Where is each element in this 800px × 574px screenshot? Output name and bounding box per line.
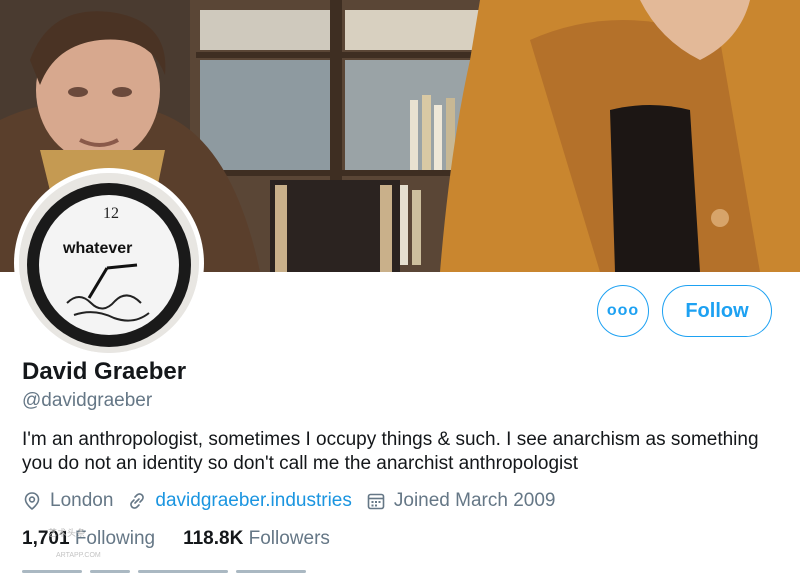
link-icon xyxy=(130,493,145,509)
map-pin-icon xyxy=(24,492,40,511)
joined-item: Joined March 2009 xyxy=(366,490,556,512)
website-link[interactable]: davidgraeber.industries xyxy=(155,490,351,512)
followers-count-link[interactable]: 118.8K Followers xyxy=(183,528,330,550)
clock-avatar-graphic: 12 whatever xyxy=(19,173,199,353)
clock-number: 12 xyxy=(103,205,119,222)
following-label: Following xyxy=(74,528,156,549)
watermark-domain: ARTAPP.COM xyxy=(56,552,101,559)
location-text: London xyxy=(50,490,114,511)
followed-by-row-cutoff xyxy=(22,566,352,574)
profile-meta-row: London davidgraeber.industries Joined Ma… xyxy=(22,490,569,512)
joined-text: Joined March 2009 xyxy=(393,490,556,511)
calendar-icon xyxy=(367,493,385,510)
profile-bio: I'm an anthropologist, sometimes I occup… xyxy=(22,429,759,474)
clock-text: whatever xyxy=(62,240,132,257)
watermark-text: 艺术头条 xyxy=(48,528,87,538)
profile-handle: @davidgraeber xyxy=(22,390,153,411)
location-item: London xyxy=(22,490,113,512)
avatar-image: 12 whatever xyxy=(19,173,199,353)
website-item: davidgraeber.industries xyxy=(127,490,352,512)
profile-avatar[interactable]: 12 whatever xyxy=(14,168,204,358)
more-options-button[interactable]: ooo xyxy=(597,285,649,337)
followers-count: 118.8K xyxy=(183,528,244,549)
more-options-icon: ooo xyxy=(606,302,640,319)
following-count-link[interactable]: 1,701 Following xyxy=(22,528,155,550)
profile-name: David Graeber xyxy=(22,358,187,385)
follow-button[interactable]: Follow xyxy=(662,285,772,337)
followers-label: Followers xyxy=(248,528,330,549)
